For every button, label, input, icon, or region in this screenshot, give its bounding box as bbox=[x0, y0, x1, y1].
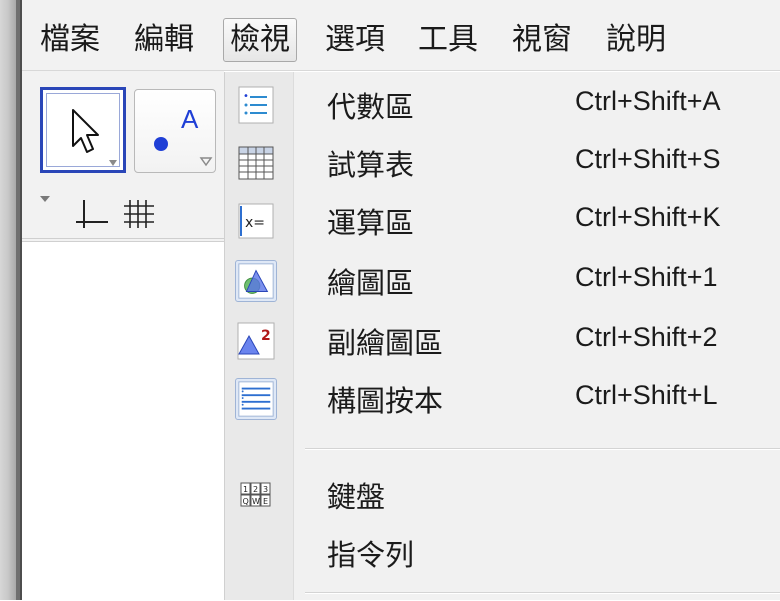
menu-item-graphics-2[interactable]: 2 副繪圖區 Ctrl+Shift+2 bbox=[225, 312, 780, 370]
graphics-2-view-icon: 2 bbox=[237, 322, 275, 360]
menu-item-shortcut: Ctrl+Shift+L bbox=[575, 380, 718, 410]
menu-bar: 檔案 編輯 檢視 選項 工具 視窗 說明 bbox=[22, 0, 780, 71]
keyboard-icon: 123 QWE bbox=[240, 482, 271, 507]
new-point-icon: A bbox=[154, 104, 213, 167]
menu-item-shortcut: Ctrl+Shift+S bbox=[575, 144, 721, 174]
menu-item-label: 運算區 bbox=[327, 206, 415, 240]
svg-text:•: • bbox=[243, 91, 249, 102]
menu-item-label: 指令列 bbox=[327, 538, 415, 572]
spreadsheet-icon bbox=[238, 146, 274, 180]
construction-protocol-icon bbox=[235, 378, 277, 420]
graphics-style-row bbox=[22, 184, 224, 239]
svg-text:2: 2 bbox=[261, 328, 271, 344]
cas-view-icon: x= bbox=[238, 203, 274, 239]
menu-item-spreadsheet[interactable]: 試算表 Ctrl+Shift+S bbox=[225, 134, 780, 192]
svg-text:W: W bbox=[252, 497, 260, 506]
menu-item-label: 試算表 bbox=[327, 148, 415, 182]
graphics-view-icon bbox=[235, 260, 277, 302]
axes-toggle-icon[interactable] bbox=[76, 200, 108, 228]
algebra-view-icon: • bbox=[238, 86, 274, 124]
menu-view[interactable]: 檢視 bbox=[223, 18, 297, 62]
svg-text:x=: x= bbox=[245, 215, 265, 231]
svg-text:Q: Q bbox=[243, 497, 249, 506]
menu-file[interactable]: 檔案 bbox=[34, 18, 106, 62]
menu-tools[interactable]: 工具 bbox=[412, 18, 484, 62]
menu-edit[interactable]: 編輯 bbox=[128, 18, 200, 62]
algebra-pane[interactable] bbox=[22, 241, 224, 601]
point-tool-button[interactable]: A bbox=[134, 89, 216, 173]
menu-options[interactable]: 選項 bbox=[319, 18, 391, 62]
expand-triangle-icon[interactable] bbox=[40, 196, 50, 202]
svg-text:3: 3 bbox=[263, 485, 268, 494]
menu-item-algebra[interactable]: • 代數區 Ctrl+Shift+A bbox=[225, 76, 780, 134]
view-menu-dropdown: • 代數區 Ctrl+Shift+A 試算表 Ctrl+Shift+S x= 運… bbox=[224, 72, 780, 600]
svg-text:2: 2 bbox=[253, 485, 258, 494]
menu-item-label: 構圖按本 bbox=[327, 384, 444, 418]
cursor-arrow-icon bbox=[72, 109, 117, 166]
point-label-a: A bbox=[181, 104, 199, 134]
menu-help[interactable]: 說明 bbox=[600, 18, 672, 62]
menu-item-shortcut: Ctrl+Shift+K bbox=[575, 202, 721, 232]
menu-item-shortcut: Ctrl+Shift+A bbox=[575, 86, 721, 116]
menu-item-label: 鍵盤 bbox=[327, 480, 386, 514]
menu-separator bbox=[305, 592, 780, 594]
menu-item-keyboard[interactable]: 123 QWE 鍵盤 bbox=[225, 466, 780, 524]
menu-item-shortcut: Ctrl+Shift+2 bbox=[575, 322, 718, 352]
menu-item-input-bar[interactable]: 指令列 bbox=[225, 524, 780, 582]
svg-text:1: 1 bbox=[243, 485, 248, 494]
menu-item-label: 代數區 bbox=[327, 90, 415, 124]
svg-text:E: E bbox=[263, 497, 268, 506]
menu-item-label: 副繪圖區 bbox=[327, 326, 444, 360]
menu-item-shortcut: Ctrl+Shift+1 bbox=[575, 262, 718, 292]
menu-item-label: 繪圖區 bbox=[327, 266, 415, 300]
menu-item-graphics[interactable]: 繪圖區 Ctrl+Shift+1 bbox=[225, 252, 780, 310]
menu-item-cas[interactable]: x= 運算區 Ctrl+Shift+K bbox=[225, 192, 780, 250]
toolbar: A bbox=[22, 71, 224, 241]
menu-item-construction-protocol[interactable]: 構圖按本 Ctrl+Shift+L bbox=[225, 370, 780, 428]
geogebra-window: 檔案 編輯 檢視 選項 工具 視窗 說明 A • 代數區 Ctrl+Shift+… bbox=[20, 0, 780, 601]
grid-toggle-icon[interactable] bbox=[124, 200, 154, 228]
background-window-edge bbox=[0, 0, 20, 600]
menu-separator bbox=[305, 448, 780, 450]
menu-window[interactable]: 視窗 bbox=[506, 18, 578, 62]
move-tool-button[interactable] bbox=[40, 87, 126, 173]
